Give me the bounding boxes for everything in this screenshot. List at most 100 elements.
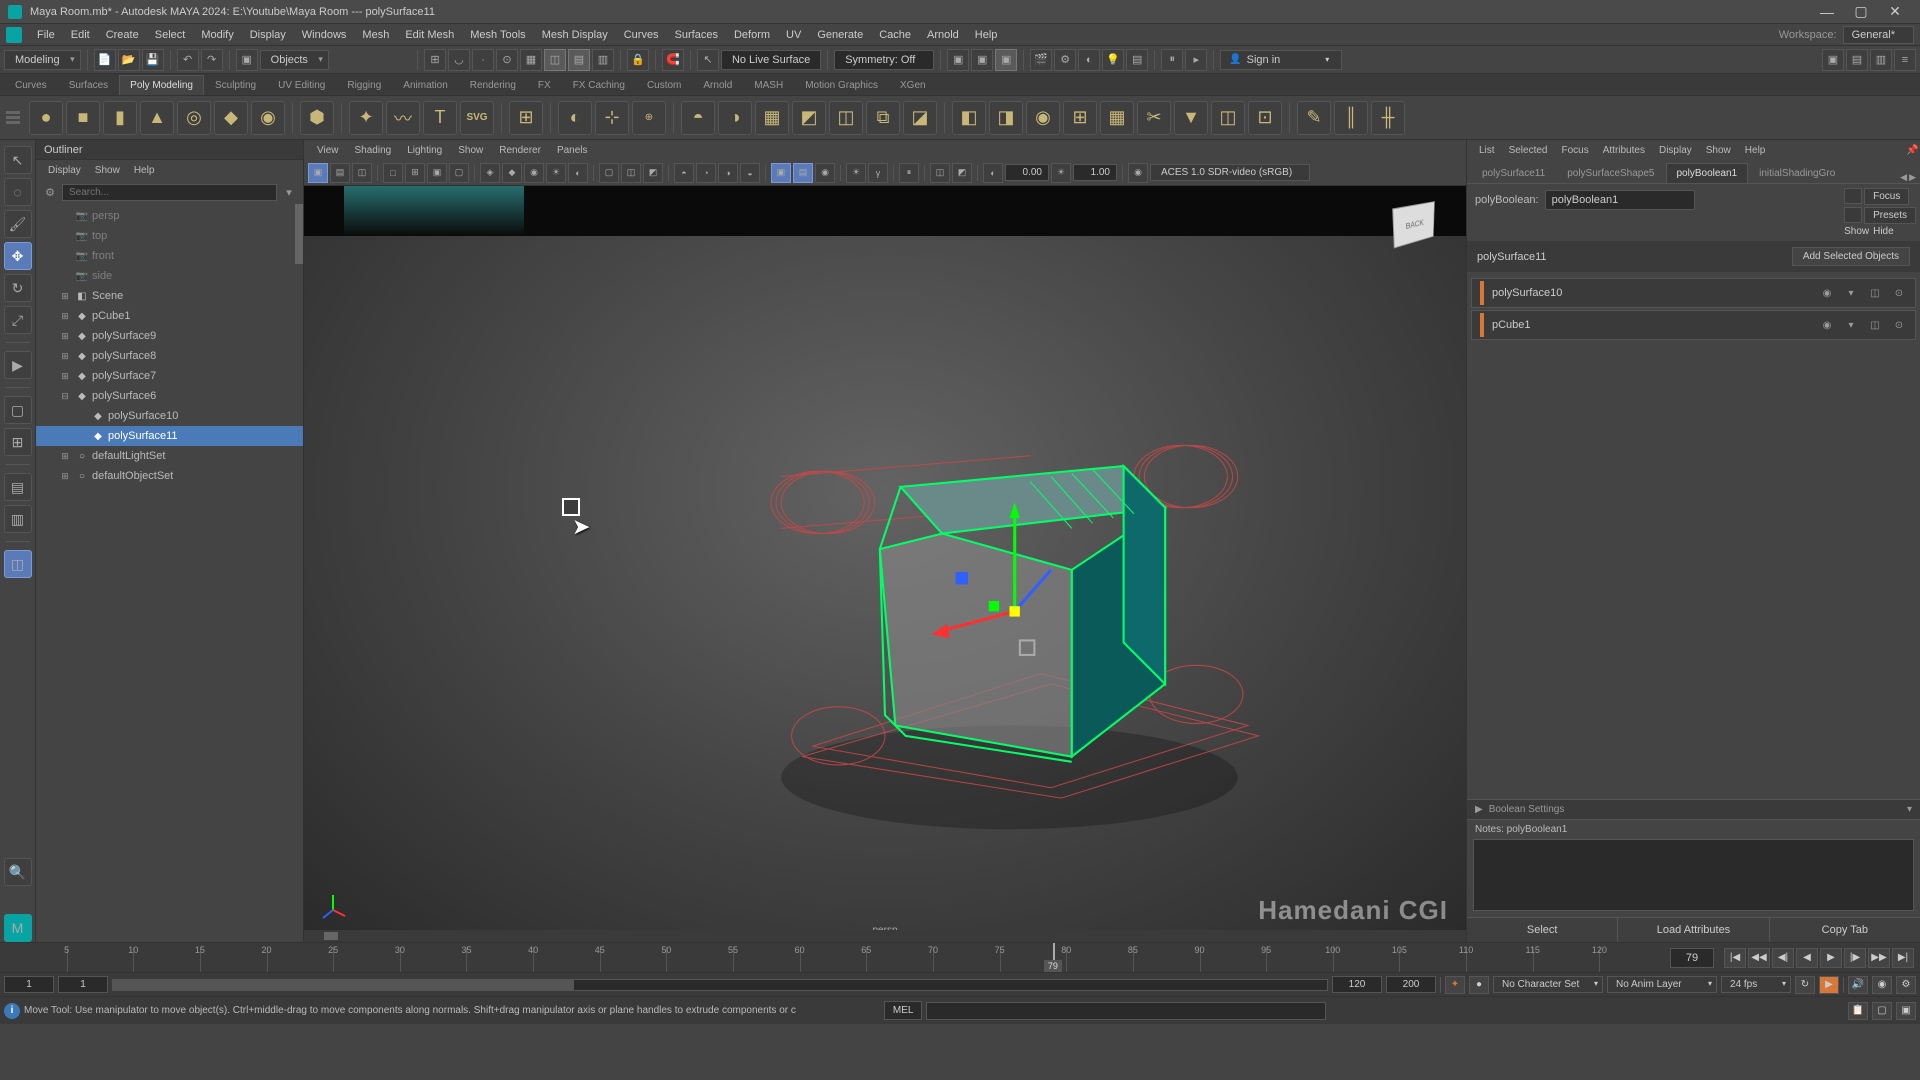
undo-button[interactable]: ↶: [177, 49, 199, 71]
poly-plane-button[interactable]: ◆: [214, 101, 248, 135]
layout-four-button[interactable]: ⊞: [4, 428, 32, 456]
add-selected-objects-button[interactable]: Add Selected Objects: [1792, 247, 1910, 266]
viewport-hscroll[interactable]: [304, 930, 1466, 942]
ae-menu-help[interactable]: Help: [1739, 143, 1772, 158]
vp-menu-panels[interactable]: Panels: [550, 143, 595, 158]
vp-shadows-button[interactable]: ◐: [568, 163, 588, 183]
command-input[interactable]: [926, 1002, 1326, 1020]
script-editor-button[interactable]: 📋: [1848, 1002, 1868, 1020]
viewport[interactable]: ➤ BACK persp Hamedani CGI: [304, 186, 1466, 942]
step-forward-key-button[interactable]: ▶▶: [1868, 948, 1890, 968]
outliner-item-top[interactable]: 📷top: [36, 226, 303, 246]
vp-toggle-b-btn[interactable]: ◩: [952, 163, 972, 183]
outliner-item-polySurface7[interactable]: ⊞◆polySurface7: [36, 366, 303, 386]
vp-menu-shading[interactable]: Shading: [348, 143, 399, 158]
shelf-tab-fx[interactable]: FX: [527, 75, 562, 95]
menu-editmesh[interactable]: Edit Mesh: [398, 26, 461, 44]
viewcube[interactable]: BACK: [1380, 194, 1450, 264]
toggle-pausebutton[interactable]: ⏸: [1161, 49, 1183, 71]
script-lang-label[interactable]: MEL: [884, 1001, 923, 1020]
snap-point-button[interactable]: ·: [472, 49, 494, 71]
vp-menu-show[interactable]: Show: [451, 143, 490, 158]
open-scene-button[interactable]: 📂: [118, 49, 140, 71]
play-back-button[interactable]: ◀: [1796, 948, 1818, 968]
menu-generate[interactable]: Generate: [810, 26, 870, 44]
vp-aa-button[interactable]: ◑: [718, 163, 738, 183]
scale-tool[interactable]: ⤢: [4, 306, 32, 334]
shelf-handle-icon[interactable]: [6, 111, 20, 124]
vp-toggle-a-btn[interactable]: ◫: [930, 163, 950, 183]
vp-wire-button[interactable]: ◈: [480, 163, 500, 183]
vp-isolate-button[interactable]: ▢: [599, 163, 619, 183]
outliner-item-persp[interactable]: 📷persp: [36, 206, 303, 226]
character-set-dropdown[interactable]: No Character Set: [1493, 976, 1603, 993]
vp-select-cam-button[interactable]: ▣: [308, 163, 328, 183]
character-icon[interactable]: ✦: [1445, 976, 1465, 994]
construct-history-button[interactable]: ▣: [947, 49, 969, 71]
signin-button[interactable]: Sign in▾: [1220, 50, 1342, 70]
input-item-polySurface10[interactable]: polySurface10◉▾◫⊙: [1471, 278, 1916, 308]
menu-display[interactable]: Display: [243, 26, 293, 44]
anim-end-field[interactable]: 200: [1386, 976, 1436, 993]
vp-image-plane-button[interactable]: ◫: [352, 163, 372, 183]
outliner-item-defaultLightSet[interactable]: ⊞○defaultLightSet: [36, 446, 303, 466]
vp-exposure-icon[interactable]: ☀: [1051, 163, 1071, 183]
current-frame-field[interactable]: 79: [1670, 948, 1714, 968]
render-settings-button[interactable]: ⚙: [1054, 49, 1076, 71]
outliner-item-front[interactable]: 📷front: [36, 246, 303, 266]
outliner-menu-show[interactable]: Show: [89, 163, 126, 178]
input-item-pCube1[interactable]: pCube1◉▾◫⊙: [1471, 310, 1916, 340]
vp-colorspace-dropdown[interactable]: ACES 1.0 SDR-video (sRGB): [1150, 164, 1310, 181]
lock-button[interactable]: 🔒: [627, 49, 649, 71]
range-start-field[interactable]: 1: [58, 976, 108, 993]
outliner-menu-help[interactable]: Help: [128, 163, 161, 178]
outliner-item-polySurface11[interactable]: ◆polySurface11: [36, 426, 303, 446]
visibility-toggle-icon[interactable]: ▾: [1843, 317, 1859, 333]
ae-menu-attributes[interactable]: Attributes: [1597, 143, 1651, 158]
boolean-settings-header[interactable]: ▶ Boolean Settings ▾: [1467, 799, 1920, 819]
anim-start-field[interactable]: 1: [4, 976, 54, 993]
ae-tab-scroll-left[interactable]: ◀: [1900, 172, 1907, 183]
menu-help[interactable]: Help: [968, 26, 1005, 44]
visibility-toggle-icon[interactable]: ▾: [1843, 285, 1859, 301]
symmetry-pivot-button[interactable]: ⊹: [595, 101, 629, 135]
shelf-tab-custom[interactable]: Custom: [636, 75, 692, 95]
last-tool[interactable]: ▶: [4, 351, 32, 379]
menu-arnold[interactable]: Arnold: [920, 26, 966, 44]
redo-button[interactable]: ↷: [201, 49, 223, 71]
target-weld-button[interactable]: ◫: [1211, 101, 1245, 135]
svg-button[interactable]: SVG: [460, 101, 494, 135]
ae-tab-initialshading[interactable]: initialShadingGro: [1748, 163, 1846, 183]
shelf-tab-rendering[interactable]: Rendering: [459, 75, 527, 95]
combine-button[interactable]: ◓: [681, 101, 715, 135]
outliner-item-Scene[interactable]: ⊞◧Scene: [36, 286, 303, 306]
filter-icon[interactable]: ⚙: [42, 184, 58, 200]
presets-icon[interactable]: [1844, 207, 1862, 223]
ae-copy-tab-button[interactable]: Copy Tab: [1770, 918, 1920, 942]
vp-gamma-btn[interactable]: γ: [868, 163, 888, 183]
ae-tab-polysurface11[interactable]: polySurface11: [1471, 163, 1556, 183]
ae-tab-scroll-right[interactable]: ▶: [1909, 172, 1916, 183]
crease-button[interactable]: ✎: [1297, 101, 1331, 135]
outliner-menu-display[interactable]: Display: [42, 163, 87, 178]
shelf-tab-mash[interactable]: MASH: [743, 75, 794, 95]
layout-preset1-button[interactable]: ▤: [4, 473, 32, 501]
play-forward-button[interactable]: ▶: [1820, 948, 1842, 968]
timeline-ruler[interactable]: 5101520253035404550556065707580859095100…: [0, 943, 1666, 972]
vp-textured-button[interactable]: ◉: [524, 163, 544, 183]
timeline-current-marker[interactable]: 79: [1044, 960, 1062, 972]
vp-ssao-button[interactable]: ◓: [674, 163, 694, 183]
snap-view-button[interactable]: ▦: [520, 49, 542, 71]
vp-gate-button[interactable]: ▣: [427, 163, 447, 183]
remove-input-icon[interactable]: ⊙: [1891, 285, 1907, 301]
ae-menu-list[interactable]: List: [1473, 143, 1501, 158]
snap-grid-button[interactable]: ⊞: [424, 49, 446, 71]
symmetry-field[interactable]: Symmetry: Off: [834, 50, 934, 70]
layout-single-button[interactable]: ▢: [4, 396, 32, 424]
vp-bookmark-button[interactable]: ▤: [330, 163, 350, 183]
vp-filmgate-button[interactable]: ▢: [449, 163, 469, 183]
shelf-tab-polymodeling[interactable]: Poly Modeling: [119, 75, 204, 95]
outliner-item-polySurface9[interactable]: ⊞◆polySurface9: [36, 326, 303, 346]
step-forward-button[interactable]: |▶: [1844, 948, 1866, 968]
menu-surfaces[interactable]: Surfaces: [668, 26, 725, 44]
